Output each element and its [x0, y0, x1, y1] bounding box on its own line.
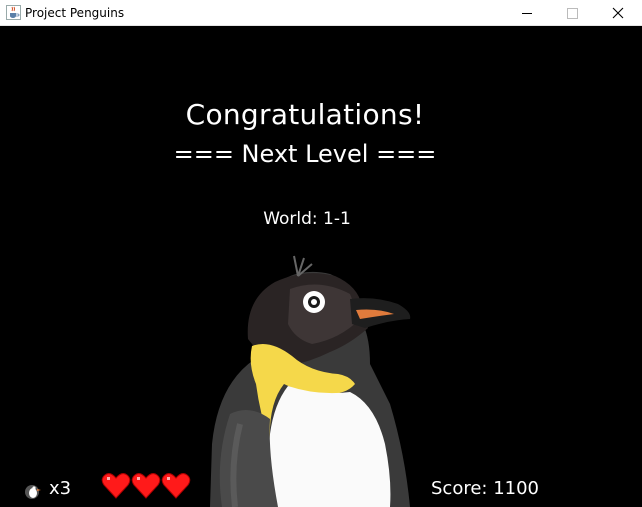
maximize-icon	[567, 7, 578, 19]
close-icon	[612, 7, 623, 19]
congratulations-text: Congratulations!	[185, 98, 425, 131]
maximize-button[interactable]	[550, 0, 595, 26]
health-hearts	[101, 470, 191, 500]
heart-icon	[131, 473, 161, 499]
penguin-illustration	[210, 255, 411, 507]
window-title: Project Penguins	[25, 6, 125, 20]
java-cup-icon	[6, 5, 21, 20]
score-display: Score: 1100	[431, 478, 540, 499]
heart-icon	[161, 473, 191, 499]
next-level-text: === Next Level ===	[173, 140, 437, 168]
world-label: World: 1-1	[263, 209, 351, 229]
penguin-lives-icon	[25, 485, 41, 499]
heart-icon	[101, 473, 131, 499]
title-bar[interactable]: Project Penguins	[0, 0, 642, 26]
minimize-button[interactable]	[505, 0, 550, 26]
lives-counter: x3	[49, 478, 72, 499]
game-window: Project Penguins Congratulations! === Ne…	[0, 0, 642, 507]
minimize-icon	[522, 12, 532, 14]
close-button[interactable]	[595, 0, 640, 26]
game-canvas[interactable]: Congratulations! === Next Level === Worl…	[0, 26, 642, 507]
